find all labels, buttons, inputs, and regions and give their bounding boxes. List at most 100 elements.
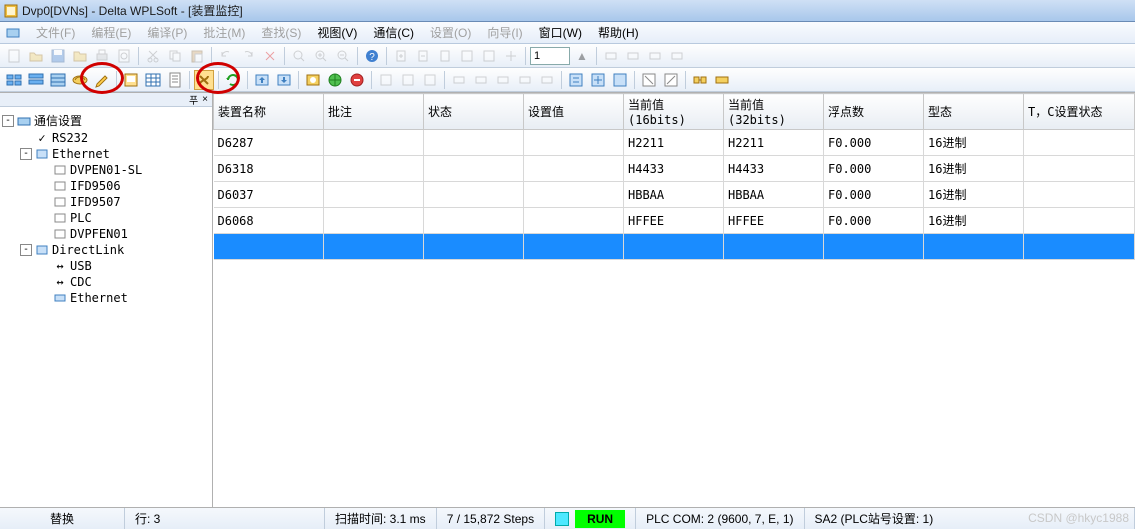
cell-type[interactable]: 16进制 <box>924 208 1024 234</box>
table-row[interactable]: D6037HBBAAHBBAAF0.00016进制 <box>214 182 1135 208</box>
bit-e-icon[interactable] <box>537 70 557 90</box>
cell-type[interactable]: 16进制 <box>924 130 1024 156</box>
inc-icon[interactable] <box>391 46 411 66</box>
refresh-icon[interactable] <box>223 70 243 90</box>
cell-type[interactable]: 16进制 <box>924 156 1024 182</box>
globe-icon[interactable] <box>325 70 345 90</box>
cell-tc[interactable] <box>1024 130 1135 156</box>
monitor-active-icon[interactable] <box>194 70 214 90</box>
online-icon[interactable] <box>70 70 90 90</box>
paste-icon[interactable] <box>187 46 207 66</box>
zoom-in-icon[interactable] <box>311 46 331 66</box>
cell-v32[interactable]: HBBAA <box>724 182 824 208</box>
tree-eth-4[interactable]: DVPFEN01 <box>2 226 210 242</box>
cell-tc[interactable] <box>1024 156 1135 182</box>
menu-batch[interactable]: 批注(M) <box>195 22 253 43</box>
cell-name[interactable]: D6318 <box>214 156 324 182</box>
col-v32[interactable]: 当前值 (32bits) <box>724 94 824 130</box>
cell-state[interactable] <box>424 156 524 182</box>
trans-c-icon[interactable] <box>610 70 630 90</box>
col-v16[interactable]: 当前值 (16bits) <box>624 94 724 130</box>
table-row[interactable]: D6318H4433H4433F0.00016进制 <box>214 156 1135 182</box>
stop-icon[interactable] <box>347 70 367 90</box>
col-tc[interactable]: T，C设置状态 <box>1024 94 1135 130</box>
tool-b-icon[interactable] <box>479 46 499 66</box>
step-input[interactable] <box>530 47 570 65</box>
cell-note[interactable] <box>324 208 424 234</box>
cell-v32[interactable]: HFFEE <box>724 208 824 234</box>
new-icon[interactable] <box>4 46 24 66</box>
doc-icon[interactable] <box>165 70 185 90</box>
device-icon[interactable] <box>121 70 141 90</box>
mod-b-icon[interactable] <box>398 70 418 90</box>
link-b-icon[interactable] <box>712 70 732 90</box>
cell-name[interactable]: D6068 <box>214 208 324 234</box>
trans-b-icon[interactable] <box>588 70 608 90</box>
tree-dl-2[interactable]: Ethernet <box>2 290 210 306</box>
cell-tc[interactable] <box>1024 208 1135 234</box>
cell-v16[interactable]: HBBAA <box>624 182 724 208</box>
tree-eth-2[interactable]: IFD9507 <box>2 194 210 210</box>
tree-directlink[interactable]: -DirectLink <box>2 242 210 258</box>
bit-a-icon[interactable] <box>449 70 469 90</box>
col-state[interactable]: 状态 <box>424 94 524 130</box>
cell-flt[interactable]: F0.000 <box>824 130 924 156</box>
menu-setup[interactable]: 设置(O) <box>422 22 479 43</box>
mod-a-icon[interactable] <box>376 70 396 90</box>
preview-icon[interactable] <box>114 46 134 66</box>
copy-icon[interactable] <box>165 46 185 66</box>
tree-root[interactable]: -通信设置 <box>2 111 210 130</box>
menu-help[interactable]: 帮助(H) <box>590 22 647 43</box>
table-row[interactable]: D6287H2211H2211F0.00016进制 <box>214 130 1135 156</box>
cell-v16[interactable]: H2211 <box>624 130 724 156</box>
edit-icon[interactable] <box>92 70 112 90</box>
trans-a-icon[interactable] <box>566 70 586 90</box>
table-icon[interactable] <box>143 70 163 90</box>
table-row[interactable]: D6068HFFEEHFFEEF0.00016进制 <box>214 208 1135 234</box>
cell-flt[interactable]: F0.000 <box>824 182 924 208</box>
tree-eth-3[interactable]: PLC <box>2 210 210 226</box>
dec-icon[interactable] <box>413 46 433 66</box>
menu-compile[interactable]: 编译(P) <box>139 22 195 43</box>
redo-icon[interactable] <box>238 46 258 66</box>
view-c-icon[interactable] <box>48 70 68 90</box>
help-icon[interactable]: ? <box>362 46 382 66</box>
bit-c-icon[interactable] <box>493 70 513 90</box>
cell-v32[interactable]: H4433 <box>724 156 824 182</box>
cell-note[interactable] <box>324 182 424 208</box>
tool-e-icon[interactable] <box>623 46 643 66</box>
cell-v16[interactable]: HFFEE <box>624 208 724 234</box>
cell-state[interactable] <box>424 130 524 156</box>
view-a-icon[interactable] <box>4 70 24 90</box>
device-monitor-table[interactable]: 装置名称 批注 状态 设置值 当前值 (16bits) 当前值 (32bits)… <box>213 93 1135 260</box>
pin-icon[interactable]: 푸 <box>189 92 198 107</box>
tree-dl-1[interactable]: ↔CDC <box>2 274 210 290</box>
bit-d-icon[interactable] <box>515 70 535 90</box>
link-a-icon[interactable] <box>690 70 710 90</box>
cell-note[interactable] <box>324 130 424 156</box>
folder-open-icon[interactable] <box>70 46 90 66</box>
cell-state[interactable] <box>424 208 524 234</box>
col-note[interactable]: 批注 <box>324 94 424 130</box>
comm-icon[interactable] <box>303 70 323 90</box>
menu-wizard[interactable]: 向导(I) <box>479 22 530 43</box>
menu-search[interactable]: 查找(S) <box>253 22 309 43</box>
menu-file[interactable]: 文件(F) <box>28 22 83 43</box>
bit-b-icon[interactable] <box>471 70 491 90</box>
menu-view[interactable]: 视图(V) <box>309 22 365 43</box>
tree-eth-1[interactable]: IFD9506 <box>2 178 210 194</box>
menu-window[interactable]: 窗口(W) <box>531 22 590 43</box>
open-icon[interactable] <box>26 46 46 66</box>
cell-name[interactable]: D6037 <box>214 182 324 208</box>
col-setv[interactable]: 设置值 <box>524 94 624 130</box>
cell-tc[interactable] <box>1024 182 1135 208</box>
print-icon[interactable] <box>92 46 112 66</box>
tool-c-icon[interactable] <box>501 46 521 66</box>
comm-tree[interactable]: -通信设置 ✓RS232 -Ethernet DVPEN01-SL IFD950… <box>0 107 212 507</box>
view-b-icon[interactable] <box>26 70 46 90</box>
find-icon[interactable] <box>289 46 309 66</box>
cell-note[interactable] <box>324 156 424 182</box>
cell-v16[interactable]: H4433 <box>624 156 724 182</box>
tool-f-icon[interactable] <box>645 46 665 66</box>
tool-g-icon[interactable] <box>667 46 687 66</box>
